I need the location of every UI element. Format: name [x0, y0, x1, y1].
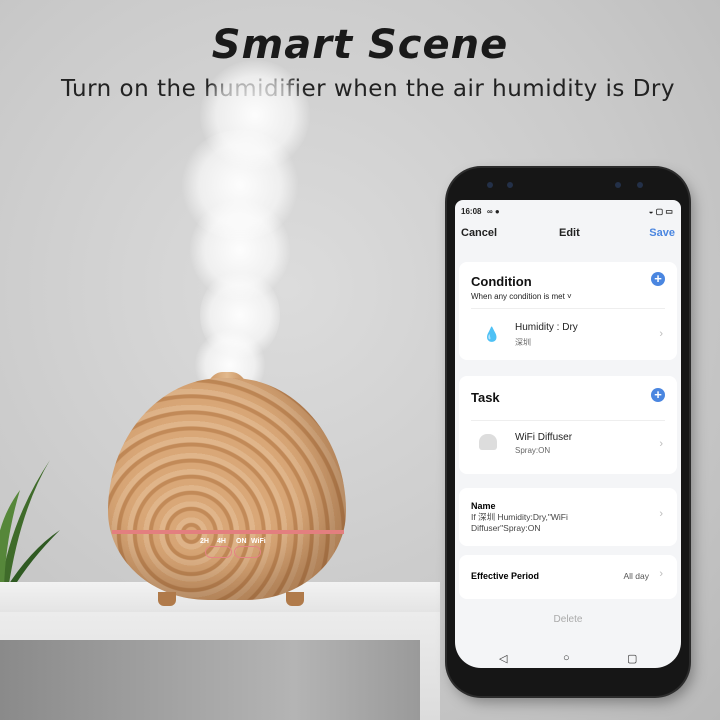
- control-label: ON: [236, 538, 247, 545]
- condition-item-title[interactable]: Humidity : Dry: [515, 322, 578, 333]
- phone: 16:08 ∞ ● ◒ ▢ ▭ Cancel Edit Save Conditi…: [447, 168, 689, 696]
- chevron-right-icon[interactable]: ›: [659, 438, 663, 450]
- delete-button[interactable]: Delete: [455, 614, 681, 625]
- cancel-button[interactable]: Cancel: [461, 227, 497, 239]
- control-label: 2H: [200, 538, 209, 545]
- diffuser-icon: [479, 434, 497, 450]
- control-label: 4H: [217, 538, 226, 545]
- chevron-right-icon: ›: [659, 508, 663, 520]
- back-icon[interactable]: ◁: [499, 652, 507, 665]
- banner-title: Smart Scene: [211, 22, 509, 68]
- name-value: If 深圳 Humidity:Dry,"WiFi Diffuser"Spray:…: [471, 512, 568, 533]
- wifi-icon: ◒ ▢ ▭: [648, 207, 673, 216]
- chevron-right-icon: ›: [659, 568, 663, 580]
- table-panel: [0, 640, 420, 720]
- chevron-right-icon[interactable]: ›: [659, 328, 663, 340]
- add-task-button[interactable]: +: [651, 388, 665, 402]
- task-item-title[interactable]: WiFi Diffuser: [515, 432, 572, 443]
- effective-period-value: All day: [623, 571, 649, 581]
- task-card: Task + WiFi Diffuser Spray:ON ›: [459, 376, 677, 474]
- banner-subtitle: Turn on the humidifier when the air humi…: [60, 76, 675, 102]
- recents-icon[interactable]: ▢: [627, 652, 637, 665]
- plant: [0, 460, 60, 590]
- condition-card: Condition When any condition is met ˅ + …: [459, 262, 677, 360]
- effective-period-row[interactable]: Effective Period All day ›: [459, 555, 677, 599]
- control-label: WiFi: [251, 538, 266, 545]
- infinity-icon: ∞ ●: [487, 207, 500, 216]
- effective-period-label: Effective Period: [471, 571, 540, 581]
- status-time: 16:08: [461, 207, 482, 216]
- condition-mode-dropdown[interactable]: When any condition is met ˅: [471, 292, 572, 301]
- condition-item-subtitle: 深圳: [515, 338, 531, 347]
- save-button[interactable]: Save: [649, 227, 675, 239]
- condition-heading: Condition: [471, 274, 532, 289]
- name-row[interactable]: Name If 深圳 Humidity:Dry,"WiFi Diffuser"S…: [459, 488, 677, 546]
- timer-button[interactable]: [205, 546, 232, 558]
- page-title: Edit: [559, 227, 580, 239]
- power-button[interactable]: [234, 546, 261, 558]
- water-drop-icon: 💧: [483, 326, 501, 342]
- phone-screen: 16:08 ∞ ● ◒ ▢ ▭ Cancel Edit Save Conditi…: [455, 200, 681, 668]
- name-label: Name: [471, 501, 496, 511]
- home-icon[interactable]: ○: [563, 652, 570, 664]
- light-ring: [112, 530, 344, 534]
- task-item-subtitle: Spray:ON: [515, 446, 551, 455]
- task-heading: Task: [471, 390, 500, 405]
- add-condition-button[interactable]: +: [651, 272, 665, 286]
